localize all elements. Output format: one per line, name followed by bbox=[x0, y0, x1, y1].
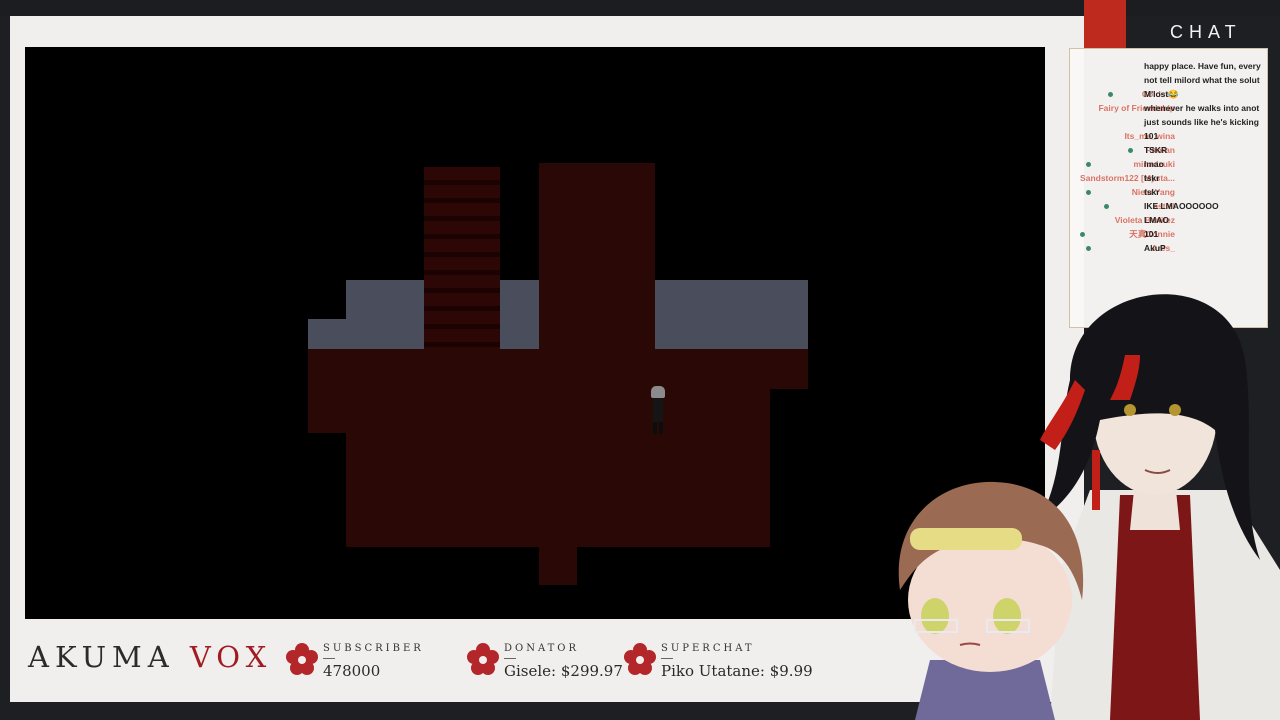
member-badge-icon bbox=[1104, 204, 1109, 209]
chat-text: LMAO bbox=[1144, 215, 1170, 225]
wall-tile bbox=[654, 280, 808, 349]
wall-tile bbox=[346, 280, 424, 349]
player-leg bbox=[653, 422, 657, 434]
stat-value: 478000 bbox=[323, 662, 381, 680]
brand-name-part2: VOX bbox=[189, 640, 273, 674]
chat-text: M'lost😂 bbox=[1144, 89, 1179, 99]
flower-icon bbox=[286, 643, 318, 675]
chat-message: Violeta Benitez LMAO bbox=[1070, 213, 1267, 227]
chat-text: tskr bbox=[1144, 187, 1160, 197]
chat-message: 天真Connie 101 bbox=[1070, 227, 1267, 241]
chat-message: happy place. Have fun, every bbox=[1070, 59, 1267, 73]
stat-value: Piko Utatane: $9.99 bbox=[661, 662, 813, 680]
chat-message: just sounds like he's kicking bbox=[1070, 115, 1267, 129]
chat-message: not tell milord what the solut bbox=[1070, 73, 1267, 87]
member-badge-icon bbox=[1128, 148, 1133, 153]
chat-text: whenever he walks into anot bbox=[1144, 103, 1260, 113]
divider bbox=[661, 658, 673, 659]
chat-title: CHAT bbox=[1170, 22, 1242, 42]
chat-message: Fairy of Friendship whenever he walks int… bbox=[1070, 101, 1267, 115]
chat-message: Coldsea M'lost😂 bbox=[1070, 87, 1267, 101]
brand-logo: AKUMA VOX bbox=[28, 640, 272, 674]
flower-icon bbox=[624, 643, 656, 675]
chat-text: 101 bbox=[1144, 131, 1159, 141]
member-badge-icon bbox=[1080, 232, 1085, 237]
vtuber-avatar-chibi bbox=[898, 481, 1084, 720]
stat-value: Gisele: $299.97 bbox=[504, 662, 623, 680]
exit-floor bbox=[539, 545, 577, 585]
brand-name-part1: AKUMA bbox=[28, 640, 175, 674]
chat-message: Nielu Yang tskr bbox=[1070, 185, 1267, 199]
chat-text: not tell milord what the solut bbox=[1144, 75, 1260, 85]
stat-label: SUBSCRIBER bbox=[323, 643, 424, 654]
room-floor bbox=[308, 349, 808, 389]
player-leg bbox=[659, 422, 663, 434]
wall-tile bbox=[500, 280, 540, 349]
chat-text: lmao bbox=[1144, 159, 1164, 169]
chat-accent-bar bbox=[1084, 0, 1126, 48]
player-character bbox=[650, 384, 666, 436]
chat-text: IKE LMAOOOOOO bbox=[1144, 201, 1219, 211]
member-badge-icon bbox=[1086, 190, 1091, 195]
chat-text: 101 bbox=[1144, 229, 1159, 239]
member-badge-icon bbox=[1108, 92, 1113, 97]
stat-label: DONATOR bbox=[504, 643, 580, 654]
member-badge-icon bbox=[1086, 162, 1091, 167]
room-floor bbox=[346, 431, 770, 547]
chat-message: astiel IKE LMAOOOOOO bbox=[1070, 199, 1267, 213]
chat-text: TSKR bbox=[1144, 145, 1168, 155]
chat-username: Sandstorm122 [Mysta... bbox=[1080, 173, 1175, 183]
chat-message: Its_me_wina 101 bbox=[1070, 129, 1267, 143]
corridor-floor bbox=[539, 163, 655, 349]
stat-label: SUPERCHAT bbox=[661, 643, 755, 654]
chat-text: tskr bbox=[1144, 173, 1160, 183]
divider bbox=[504, 658, 516, 659]
divider bbox=[323, 658, 335, 659]
flower-icon bbox=[467, 643, 499, 675]
chat-message: minadzuki lmao bbox=[1070, 157, 1267, 171]
chat-text: just sounds like he's kicking bbox=[1144, 117, 1259, 127]
chat-message: Sandstorm122 [Mysta... tskr bbox=[1070, 171, 1267, 185]
player-body bbox=[653, 398, 663, 422]
player-head bbox=[651, 386, 665, 398]
staircase bbox=[424, 167, 500, 349]
chat-message: Phoran TSKR bbox=[1070, 143, 1267, 157]
chat-text: happy place. Have fun, every bbox=[1144, 61, 1261, 71]
room-floor bbox=[308, 387, 770, 433]
